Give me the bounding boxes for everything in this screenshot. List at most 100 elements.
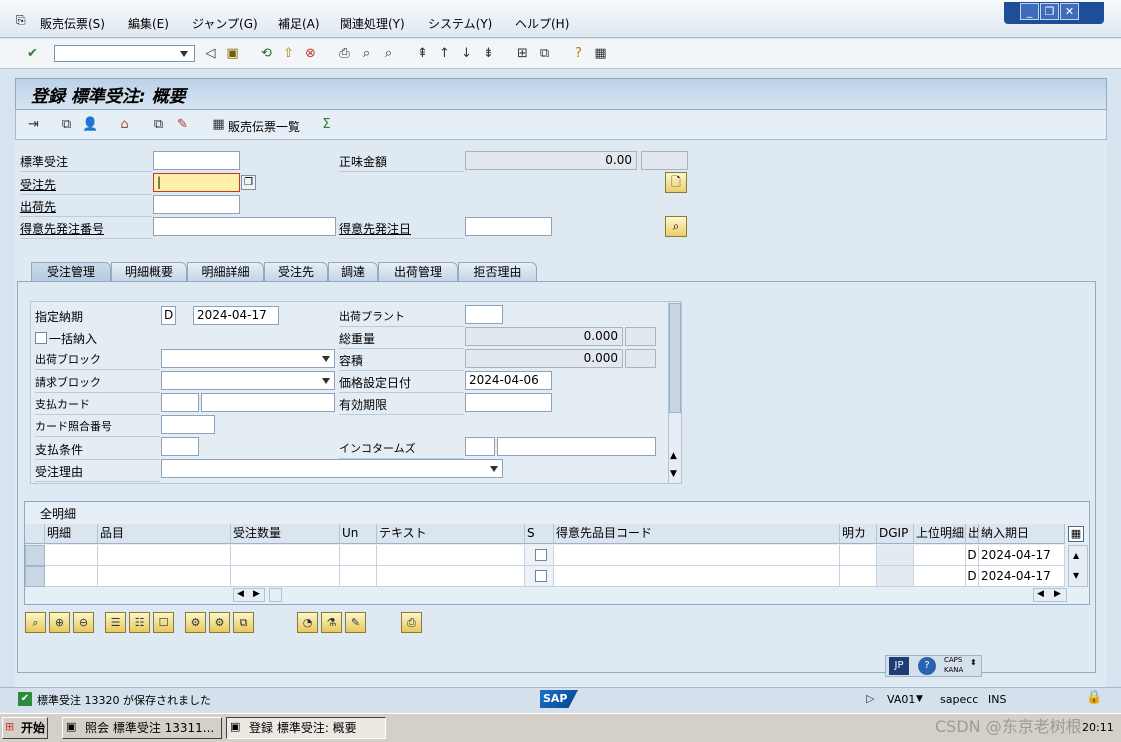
restore-icon[interactable]: ❐ bbox=[1040, 3, 1059, 20]
card-verif-field[interactable] bbox=[161, 415, 215, 434]
header-detail-icon[interactable]: ⌂ bbox=[116, 116, 133, 133]
edit-note-icon[interactable]: ✎ bbox=[345, 612, 366, 633]
pricing-date-field[interactable]: 2024-04-06 bbox=[465, 371, 552, 390]
table-cell[interactable] bbox=[914, 545, 966, 566]
chevron-down-icon[interactable] bbox=[180, 51, 188, 57]
delivery-block-select[interactable] bbox=[161, 349, 335, 368]
previous-page-icon[interactable]: ↑ bbox=[436, 45, 453, 62]
scroll-up-icon[interactable]: ▲ bbox=[670, 451, 677, 461]
insert-mode[interactable]: INS bbox=[988, 693, 1006, 706]
ime-help-icon[interactable]: ? bbox=[918, 657, 936, 675]
req-delivery-type-field[interactable]: D bbox=[161, 306, 176, 325]
table-cell[interactable] bbox=[840, 545, 877, 566]
tab-item-detail[interactable]: 明細詳細 bbox=[187, 262, 264, 282]
next-page-icon[interactable]: ↓ bbox=[458, 45, 475, 62]
select-all-icon[interactable]: ☰ bbox=[105, 612, 126, 633]
delete-row-icon[interactable]: ⊖ bbox=[73, 612, 94, 633]
table-cell[interactable] bbox=[231, 566, 340, 587]
table-cell[interactable] bbox=[554, 566, 840, 587]
col-text[interactable]: テキスト bbox=[377, 524, 525, 544]
ime-menu-icon[interactable]: ⬍ bbox=[970, 658, 977, 667]
scroll-thumb[interactable] bbox=[669, 303, 681, 413]
table-cell[interactable] bbox=[340, 545, 377, 566]
sales-list-button[interactable]: 販売伝票一覧 bbox=[228, 118, 300, 135]
find-next-icon[interactable]: ⌕ bbox=[380, 45, 397, 62]
col-material[interactable]: 品目 bbox=[98, 524, 231, 544]
minimize-icon[interactable]: _ bbox=[1020, 3, 1039, 20]
availability-icon[interactable]: ⚗ bbox=[321, 612, 342, 633]
order-reason-select[interactable] bbox=[161, 459, 503, 478]
table-cell[interactable] bbox=[377, 566, 525, 587]
po-date-field[interactable] bbox=[465, 217, 552, 236]
billing-block-select[interactable] bbox=[161, 371, 335, 390]
col-unit[interactable]: Un bbox=[340, 524, 377, 544]
orders-icon[interactable]: ⧉ bbox=[58, 116, 75, 133]
tab-procurement[interactable]: 調達 bbox=[328, 262, 378, 282]
task-display-order[interactable]: 照会 標準受注 13311... bbox=[62, 717, 222, 739]
card-number-field[interactable] bbox=[201, 393, 335, 412]
cancel-icon[interactable]: ⊗ bbox=[302, 45, 319, 62]
table-cell[interactable] bbox=[231, 545, 340, 566]
tab-reason-rejection[interactable]: 拒否理由 bbox=[458, 262, 537, 282]
sum-icon[interactable]: Σ bbox=[318, 116, 335, 133]
col-customer-material[interactable]: 得意先品目コード bbox=[554, 524, 840, 544]
tab-shipping[interactable]: 出荷管理 bbox=[378, 262, 458, 282]
table-cell[interactable] bbox=[45, 545, 98, 566]
scroll-thumb[interactable] bbox=[269, 588, 282, 602]
col-item[interactable]: 明細 bbox=[45, 524, 98, 544]
scroll-down-icon[interactable]: ▼ bbox=[670, 469, 677, 479]
select-block-icon[interactable]: ☷ bbox=[129, 612, 150, 633]
row-checkbox[interactable] bbox=[535, 570, 547, 582]
table-cell[interactable] bbox=[340, 566, 377, 587]
header-partner-icon[interactable]: 👤 bbox=[82, 116, 99, 133]
enter-icon[interactable]: ✔ bbox=[24, 45, 41, 62]
ship-to-field[interactable] bbox=[153, 195, 240, 214]
back-nav-icon[interactable]: ◁ bbox=[202, 45, 219, 62]
table-cell[interactable] bbox=[554, 545, 840, 566]
menu-environment[interactable]: 関連処理(Y) bbox=[340, 15, 405, 32]
payment-terms-field[interactable] bbox=[161, 437, 199, 456]
row-checkbox[interactable] bbox=[535, 549, 547, 561]
table-cell[interactable] bbox=[98, 566, 231, 587]
status-message[interactable]: 標準受注 13320 が保存されました bbox=[37, 692, 211, 708]
deselect-icon[interactable]: ☐ bbox=[153, 612, 174, 633]
table-cell[interactable] bbox=[377, 545, 525, 566]
item-copy-icon[interactable]: ⧉ bbox=[150, 116, 167, 133]
ime-lang[interactable]: JP bbox=[889, 657, 909, 675]
menu-goto[interactable]: ジャンプ(G) bbox=[192, 15, 258, 32]
tab-sales[interactable]: 受注管理 bbox=[31, 262, 111, 282]
task-create-order[interactable]: 登録 標準受注: 概要 bbox=[226, 717, 386, 739]
card-type-field[interactable] bbox=[161, 393, 199, 412]
search-help-icon[interactable]: ❐ bbox=[241, 175, 256, 190]
close-window-icon[interactable]: ✕ bbox=[1060, 3, 1079, 20]
col-higher-item[interactable]: 上位明細 bbox=[914, 524, 966, 544]
order-number-field[interactable] bbox=[153, 151, 240, 170]
expand-status-icon[interactable]: ▷ bbox=[866, 692, 874, 705]
delivery-cat-cell[interactable]: D bbox=[966, 566, 979, 587]
tab-ordering-party[interactable]: 受注先 bbox=[264, 262, 328, 282]
delivery-cat-cell[interactable]: D bbox=[966, 545, 979, 566]
col-item-cat[interactable]: 明カ bbox=[840, 524, 877, 544]
save-icon[interactable]: ▣ bbox=[224, 45, 241, 62]
last-page-icon[interactable]: ⇟ bbox=[480, 45, 497, 62]
select-all-header[interactable] bbox=[25, 524, 45, 544]
scroll-right-icon[interactable]: ▶ bbox=[253, 589, 260, 599]
valid-to-field[interactable] bbox=[465, 393, 552, 412]
find-icon[interactable]: ⌕ bbox=[358, 45, 375, 62]
exit-icon[interactable]: ⇧ bbox=[280, 45, 297, 62]
row-selector[interactable] bbox=[25, 566, 45, 587]
menu-system[interactable]: システム(Y) bbox=[428, 15, 492, 32]
menu-extras[interactable]: 補足(A) bbox=[278, 15, 320, 32]
scroll-up-icon[interactable]: ▲ bbox=[1073, 551, 1079, 560]
scroll-down-icon[interactable]: ▼ bbox=[1073, 571, 1079, 580]
menu-help[interactable]: ヘルプ(H) bbox=[515, 15, 569, 32]
table-cell[interactable] bbox=[98, 545, 231, 566]
document-icon[interactable]: 🗋 bbox=[665, 172, 687, 193]
menu-edit[interactable]: 編集(E) bbox=[128, 15, 169, 32]
chevron-down-icon[interactable]: ▼ bbox=[916, 694, 923, 704]
copy-items-icon[interactable]: ⧉ bbox=[233, 612, 254, 633]
incoterms-location-field[interactable] bbox=[497, 437, 656, 456]
col-delivery-date[interactable]: 納入期日 bbox=[979, 524, 1065, 544]
layout-menu-icon[interactable]: ▦ bbox=[592, 45, 609, 62]
print-preview-icon[interactable]: ⎙ bbox=[401, 612, 422, 633]
